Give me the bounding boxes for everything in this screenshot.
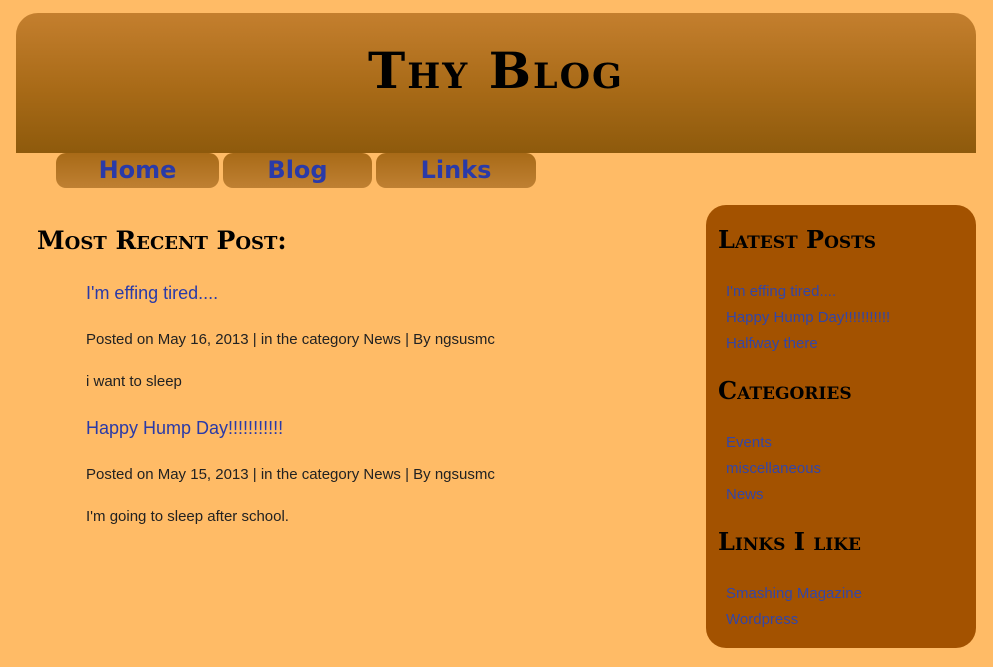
sidebar-link-latest-post[interactable]: Halfway there [726,335,818,352]
post-meta: Posted on May 16, 2013 | in the category… [86,331,495,348]
site-title: Thy Blog [368,41,624,100]
page: Thy Blog Home Blog Links Most Recent Pos… [0,0,993,667]
sidebar-heading-categories: Categories [718,376,852,405]
nav-tab-blog[interactable]: Blog [223,153,372,188]
sidebar-link-category[interactable]: Events [726,434,772,451]
sidebar-link-category[interactable]: miscellaneous [726,460,821,477]
post-title-link[interactable]: I'm effing tired.... [86,283,218,304]
sidebar-heading-latest-posts: Latest Posts [718,225,877,254]
nav-tab-home[interactable]: Home [56,153,219,188]
sidebar-link-external[interactable]: Wordpress [726,611,798,628]
sidebar-link-latest-post[interactable]: Happy Hump Day!!!!!!!!!!! [726,309,890,326]
sidebar-link-category[interactable]: News [726,486,764,503]
post-title-link[interactable]: Happy Hump Day!!!!!!!!!!! [86,418,283,439]
nav-tab-links[interactable]: Links [376,153,536,188]
site-header: Thy Blog [16,13,976,153]
main-heading: Most Recent Post: [37,226,287,255]
post-body: I'm going to sleep after school. [86,508,289,525]
sidebar-heading-links: Links I like [718,527,861,556]
sidebar-link-latest-post[interactable]: I'm effing tired.... [726,283,836,300]
post-body: i want to sleep [86,373,182,390]
sidebar: Latest Posts I'm effing tired.... Happy … [706,205,976,648]
sidebar-link-external[interactable]: Smashing Magazine [726,585,862,602]
post-meta: Posted on May 15, 2013 | in the category… [86,466,495,483]
